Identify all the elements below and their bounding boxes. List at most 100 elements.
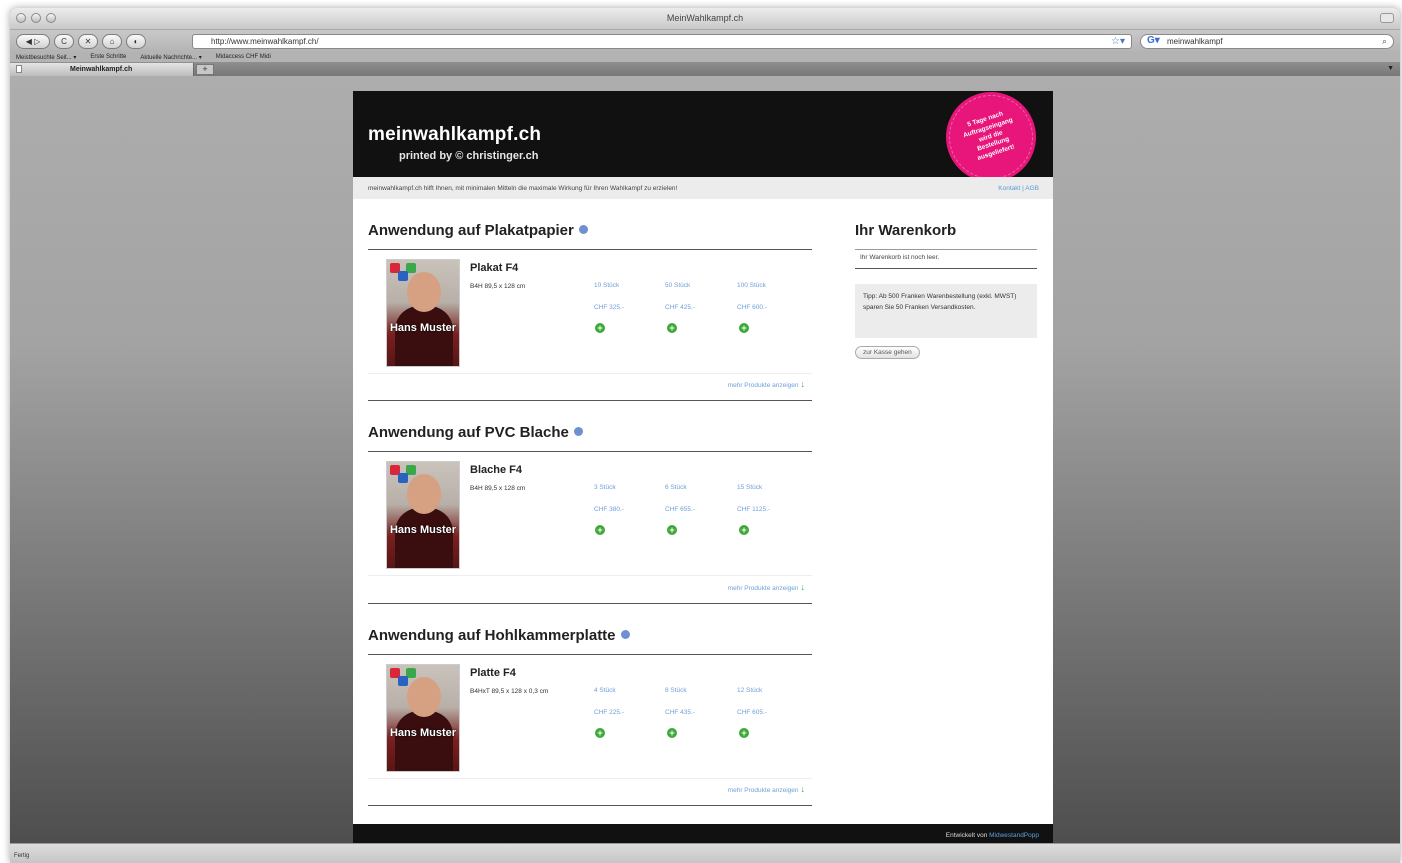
info-bar: meinwahlkampf.ch hilft Ihnen, mit minima… [353,177,1053,199]
add-to-cart-icon[interactable]: + [667,728,677,738]
cart-divider [855,249,1037,250]
forward-arrow-icon: ▷ [34,36,41,46]
more-products-link[interactable]: mehr Produkte anzeigen ↓ [728,784,805,794]
search-text: meinwahlkampf [1167,37,1223,46]
option-qty[interactable]: 6 Stück [665,484,687,491]
add-to-cart-icon[interactable]: + [667,525,677,535]
browser-window: MeinWahlkampf.ch ◀ ▷ C ✕ ⌂ ◐ http://www.… [10,8,1400,863]
search-icon[interactable]: ⌕ [1382,36,1387,47]
option-qty[interactable]: 100 Stück [737,282,766,289]
search-engine-icon[interactable]: G▾ [1147,35,1160,46]
add-to-cart-icon[interactable]: + [667,323,677,333]
add-to-cart-icon[interactable]: + [739,728,749,738]
option-qty[interactable]: 8 Stück [665,687,687,694]
option-qty[interactable]: 3 Stück [594,484,616,491]
cart-tip: Tipp: Ab 500 Franken Warenbestellung (ex… [855,284,1037,338]
option-qty[interactable]: 4 Stück [594,687,616,694]
more-products-link[interactable]: mehr Produkte anzeigen ↓ [728,379,805,389]
url-field[interactable]: http://www.meinwahlkampf.ch/ ☆▾ [192,34,1132,49]
section-title-text: Anwendung auf Plakatpapier [368,222,574,239]
bookmark-star-icon[interactable]: ☆▾ [1111,36,1125,47]
poster-name: Hans Muster [389,524,457,536]
home-button[interactable]: ⌂ [102,33,122,49]
tab-bar: Meinwahlkampf.ch + ▼ [10,63,1400,76]
section-title-text: Anwendung auf PVC Blache [368,424,569,441]
product-image-blache[interactable]: Hans Muster [386,461,460,569]
tab-list-icon[interactable]: ▼ [1387,65,1394,72]
add-to-cart-icon[interactable]: + [739,323,749,333]
status-bar: Fertig [10,843,1400,863]
option-price: CHF 435.- [665,709,695,716]
add-to-cart-icon[interactable]: + [595,525,605,535]
option-price: CHF 600.- [737,304,767,311]
footer-credit: Entwickelt von MidwestandPopp [946,832,1039,839]
stop-icon: ✕ [84,36,92,46]
more-products-text: mehr Produkte anzeigen [727,382,799,389]
more-products-text: mehr Produkte anzeigen [727,585,799,592]
site-header: meinwahlkampf.ch printed by © christinge… [353,84,1053,190]
add-to-cart-icon[interactable]: + [739,525,749,535]
more-products-link[interactable]: mehr Produkte anzeigen ↓ [728,582,805,592]
product-size: B4H 89,5 x 128 cm [470,283,526,290]
option-price: CHF 380.- [594,506,624,513]
tab-meinwahlkampf[interactable]: Meinwahlkampf.ch [10,63,194,76]
info-icon[interactable] [578,225,588,234]
cart-title: Ihr Warenkorb [855,222,957,239]
delivery-badge-text: 5 Tage nach Auftragseingang wird die Bes… [962,110,1016,163]
option-divider [368,575,812,576]
product-size: B4HxT 89,5 x 128 x 0,3 cm [470,688,549,695]
bookmark-item[interactable]: Meistbesuchte Seit... ▾ [16,54,76,61]
contact-agb-links[interactable]: Kontakt | AGB [998,185,1039,192]
cart-empty-text: Ihr Warenkorb ist noch leer. [860,254,940,261]
checkout-button[interactable]: zur Kasse gehen [855,346,920,359]
option-qty[interactable]: 10 Stück [594,282,619,289]
option-price: CHF 655.- [665,506,695,513]
product-image-plakat[interactable]: Hans Muster [386,259,460,367]
reload-button[interactable]: C [54,33,74,49]
product-image-platte[interactable]: Hans Muster [386,664,460,772]
section-divider [368,451,812,452]
plus-icon: + [202,64,208,74]
site-identity-button[interactable]: ◐ [126,33,146,49]
back-arrow-icon: ◀ [25,36,32,46]
poster-name: Hans Muster [389,322,457,334]
option-price: CHF 425.- [665,304,695,311]
section-divider [368,249,812,250]
section-title-plakatpapier: Anwendung auf Plakatpapier [368,222,588,239]
section-divider [368,805,812,806]
bookmark-item[interactable]: Aktuelle Nachrichte... ▾ [140,54,201,61]
document-icon [16,65,22,73]
add-to-cart-icon[interactable]: + [595,728,605,738]
bookmarks-bar: Meistbesuchte Seit... ▾ Erste Schritte A… [10,52,1400,63]
toolbar-toggle-button[interactable] [1380,13,1394,23]
product-title: Plakat F4 [470,262,519,274]
web-page: meinwahlkampf.ch printed by © christinge… [353,84,1053,846]
bookmark-item[interactable]: Midaccess CHF Midi [216,54,271,60]
section-divider [368,654,812,655]
window-title: MeinWahlkampf.ch [666,13,744,23]
new-tab-button[interactable]: + [196,64,214,75]
search-input[interactable]: G▾ meinwahlkampf ⌕ [1140,34,1394,49]
section-title-hohlkammerplatte: Anwendung auf Hohlkammerplatte [368,627,630,644]
info-icon[interactable] [620,630,630,639]
back-forward-button[interactable]: ◀ ▷ [16,33,50,49]
add-to-cart-icon[interactable]: + [595,323,605,333]
option-qty[interactable]: 15 Stück [737,484,762,491]
arrow-down-icon: ↓ [800,379,806,389]
footer-credit-link[interactable]: MidwestandPopp [989,832,1039,839]
footer-credit-prefix: Entwickelt von [945,832,990,839]
home-icon: ⌂ [109,36,115,46]
product-title: Platte F4 [470,667,516,679]
tab-label: Meinwahlkampf.ch [70,66,133,73]
option-divider [368,778,812,779]
stop-button[interactable]: ✕ [78,33,98,49]
section-title-text: Anwendung auf Hohlkammerplatte [368,627,616,644]
option-qty[interactable]: 50 Stück [665,282,690,289]
option-divider [368,373,812,374]
bookmark-item[interactable]: Erste Schritte [90,54,126,60]
product-title: Blache F4 [470,464,522,476]
info-icon[interactable] [573,427,583,436]
site-logo[interactable]: meinwahlkampf.ch [368,124,541,146]
option-qty[interactable]: 12 Stück [737,687,762,694]
browser-toolbar: ◀ ▷ C ✕ ⌂ ◐ http://www.meinwahlkampf.ch/… [10,30,1400,52]
